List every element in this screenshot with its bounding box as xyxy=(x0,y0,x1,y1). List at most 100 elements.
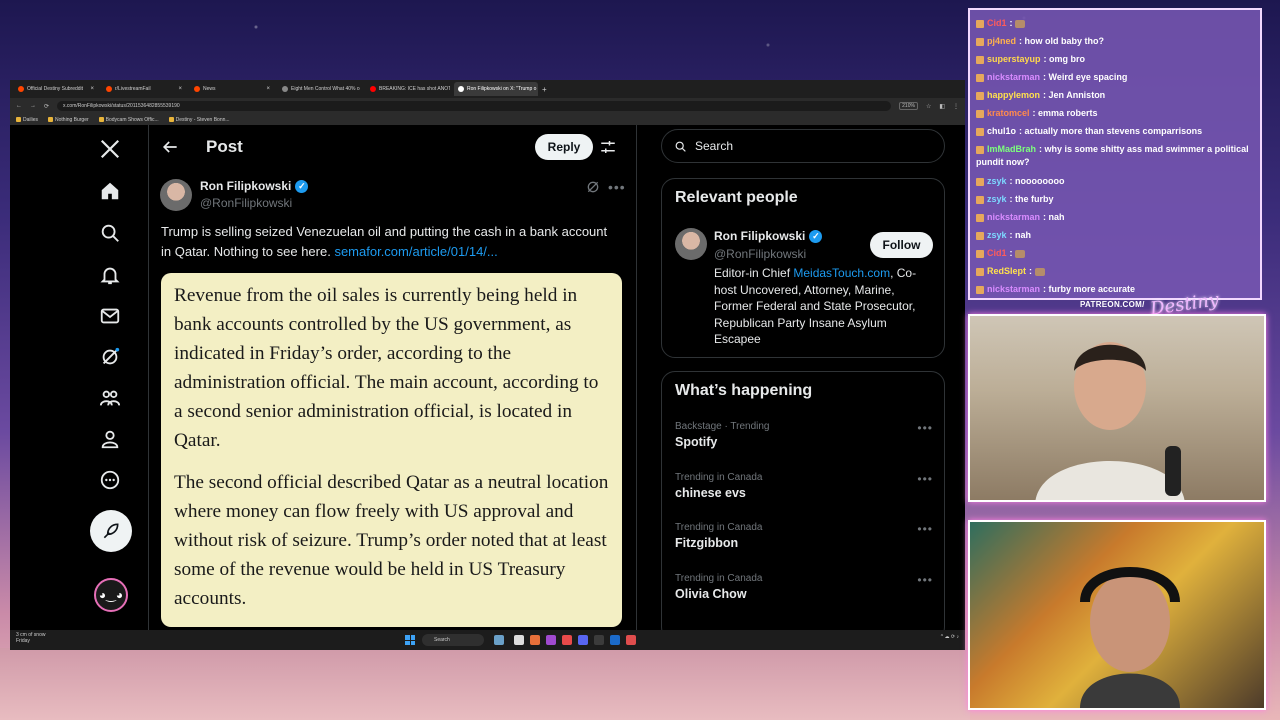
chat-username[interactable]: superstayup xyxy=(987,54,1041,64)
tab-close-icon[interactable]: × xyxy=(178,86,182,92)
chat-username[interactable]: pj4ned xyxy=(987,36,1016,46)
menu-icon[interactable]: ⋮ xyxy=(953,103,959,110)
chat-username[interactable]: happylemon xyxy=(987,90,1040,100)
person-avatar[interactable] xyxy=(675,228,707,260)
chat-text: how old baby tho? xyxy=(1024,36,1105,46)
back-nav-icon[interactable]: ← xyxy=(16,103,22,109)
trend-item[interactable]: Trending in Canada Olivia Chow ••• xyxy=(675,573,933,601)
reply-button[interactable]: Reply xyxy=(535,134,593,160)
tab-close-icon[interactable]: × xyxy=(90,86,94,92)
browser-tab[interactable]: Eight Men Control What 40% o× xyxy=(278,82,362,96)
follow-button[interactable]: Follow xyxy=(870,232,933,258)
chat-badge-icon xyxy=(976,231,984,240)
quote-paragraph-1: Revenue from the oil sales is currently … xyxy=(174,285,599,451)
back-arrow-icon[interactable] xyxy=(160,137,180,157)
chat-message: superstayup: omg bro xyxy=(976,50,1254,68)
chat-message: ImMadBrah: why is some shitty ass mad sw… xyxy=(976,144,1249,167)
app-icon[interactable] xyxy=(546,635,556,645)
steam-icon[interactable] xyxy=(610,635,620,645)
notifications-bell-icon[interactable] xyxy=(90,255,130,295)
chat-text: furby more accurate xyxy=(1048,284,1136,294)
more-dots-icon[interactable]: ••• xyxy=(608,179,626,195)
trend-item[interactable]: Trending in Canada chinese evs ••• xyxy=(675,472,933,500)
trend-item[interactable]: Backstage · Trending Spotify ••• xyxy=(675,421,933,449)
more-options-icon[interactable] xyxy=(90,460,130,500)
url-text: x.com/RonFilipkowski/status/201153648285… xyxy=(63,103,180,109)
taskbar-search[interactable]: Search xyxy=(422,634,484,646)
chat-username[interactable]: ImMadBrah xyxy=(987,144,1036,154)
person-handle[interactable]: @RonFilipkowski xyxy=(714,247,806,261)
chat-username[interactable]: RedSlept xyxy=(987,266,1026,276)
tweet-link[interactable]: semafor.com/article/01/14/... xyxy=(334,244,497,259)
explore-search-icon[interactable] xyxy=(90,213,130,253)
patreon-text: PATREON.COM/ xyxy=(1080,300,1145,309)
grok-icon[interactable] xyxy=(90,337,130,377)
app-icon-2[interactable] xyxy=(626,635,636,645)
trend-more-icon[interactable]: ••• xyxy=(917,573,933,587)
chat-username[interactable]: zsyk xyxy=(987,176,1007,186)
widgets-icon[interactable] xyxy=(494,635,504,645)
browser-tab[interactable]: BREAKING: ICE has shot ANOTH× xyxy=(366,82,450,96)
discord-icon[interactable] xyxy=(578,635,588,645)
sliders-icon[interactable] xyxy=(599,138,617,156)
system-tray[interactable]: ^ ☁ ⟳ ♪ xyxy=(941,634,959,640)
browser-tab[interactable]: News × xyxy=(190,82,274,96)
bio-link[interactable]: MeidasTouch.com xyxy=(793,266,890,280)
chat-username[interactable]: Cid1 xyxy=(987,18,1007,28)
x-logo-icon[interactable] xyxy=(90,129,130,169)
bookmark-item[interactable]: Bodycam Shows Offic... xyxy=(98,117,159,123)
chat-text: actually more than stevens comparrisons xyxy=(1024,126,1203,136)
page-title: Post xyxy=(206,137,243,156)
chat-username[interactable]: zsyk xyxy=(987,230,1007,240)
address-bar[interactable]: x.com/RonFilipkowski/status/201153648285… xyxy=(57,101,892,111)
chat-username[interactable]: nickstarman xyxy=(987,72,1040,82)
trend-more-icon[interactable]: ••• xyxy=(917,472,933,486)
search-input[interactable]: Search xyxy=(661,129,945,163)
author-handle[interactable]: @RonFilipkowski xyxy=(200,196,292,210)
windows-taskbar: 3 cm of snow Friday Search ^ ☁ ⟳ ♪ xyxy=(10,630,965,650)
bookmark-item[interactable]: Dailies xyxy=(16,117,38,123)
profile-icon[interactable] xyxy=(90,419,130,459)
person-name-row[interactable]: Ron Filipkowski ✓ xyxy=(714,229,823,243)
trend-more-icon[interactable]: ••• xyxy=(917,421,933,435)
trend-item[interactable]: Trending in Canada Fitzgibbon ••• xyxy=(675,522,933,550)
chat-emote-icon xyxy=(1034,267,1045,276)
weather-widget[interactable]: 3 cm of snow Friday xyxy=(16,632,45,644)
chat-username[interactable]: Cid1 xyxy=(987,248,1007,258)
account-avatar[interactable]: ◕‿◕ xyxy=(94,578,128,612)
zoom-level[interactable]: 210% xyxy=(899,102,918,110)
chat-username[interactable]: zsyk xyxy=(987,194,1007,204)
browser-tab[interactable]: Official Destiny Subreddit × xyxy=(14,82,98,96)
bookmark-item[interactable]: Destiny - Steven Bonn... xyxy=(168,117,230,123)
home-icon[interactable] xyxy=(90,171,130,211)
chat-username[interactable]: kratomcel xyxy=(987,108,1030,118)
chat-username[interactable]: nickstarman xyxy=(987,212,1040,222)
forward-nav-icon[interactable]: → xyxy=(30,103,36,109)
firefox-icon[interactable] xyxy=(530,635,540,645)
messages-envelope-icon[interactable] xyxy=(90,296,130,336)
quoted-article-image[interactable]: Revenue from the oil sales is currently … xyxy=(161,273,622,627)
communities-icon[interactable] xyxy=(90,378,130,418)
task-view-icon[interactable] xyxy=(514,635,524,645)
chat-username[interactable]: nickstarman xyxy=(987,284,1040,294)
tab-close-icon[interactable]: × xyxy=(266,86,270,92)
compose-post-button[interactable] xyxy=(90,510,132,552)
browser-tab[interactable]: r/LivestreamFail × xyxy=(102,82,186,96)
windows-start-icon[interactable] xyxy=(405,635,415,645)
obs-icon[interactable] xyxy=(594,635,604,645)
grok-icon[interactable] xyxy=(585,179,601,195)
author-name-row[interactable]: Ron Filipkowski ✓ xyxy=(200,179,309,193)
extensions-icon[interactable]: ◧ xyxy=(939,103,945,110)
right-sidebar: Search Relevant people Ron Filipkowski ✓… xyxy=(636,125,965,641)
reload-icon[interactable]: ⟳ xyxy=(44,103,49,110)
new-tab-icon[interactable]: + xyxy=(542,85,547,94)
tab-favicon-icon xyxy=(18,86,24,92)
chrome-icon[interactable] xyxy=(562,635,572,645)
trend-more-icon[interactable]: ••• xyxy=(917,522,933,536)
chat-username[interactable]: chul1o xyxy=(987,126,1016,136)
bookmark-item[interactable]: Nothing Burger xyxy=(48,117,89,123)
author-avatar[interactable] xyxy=(160,179,192,211)
browser-tab[interactable]: Ron Filipkowski on X: "Trump o× xyxy=(454,82,538,96)
bookmark-star-icon[interactable]: ☆ xyxy=(926,103,931,110)
chat-message: Cid1: xyxy=(976,244,1254,262)
